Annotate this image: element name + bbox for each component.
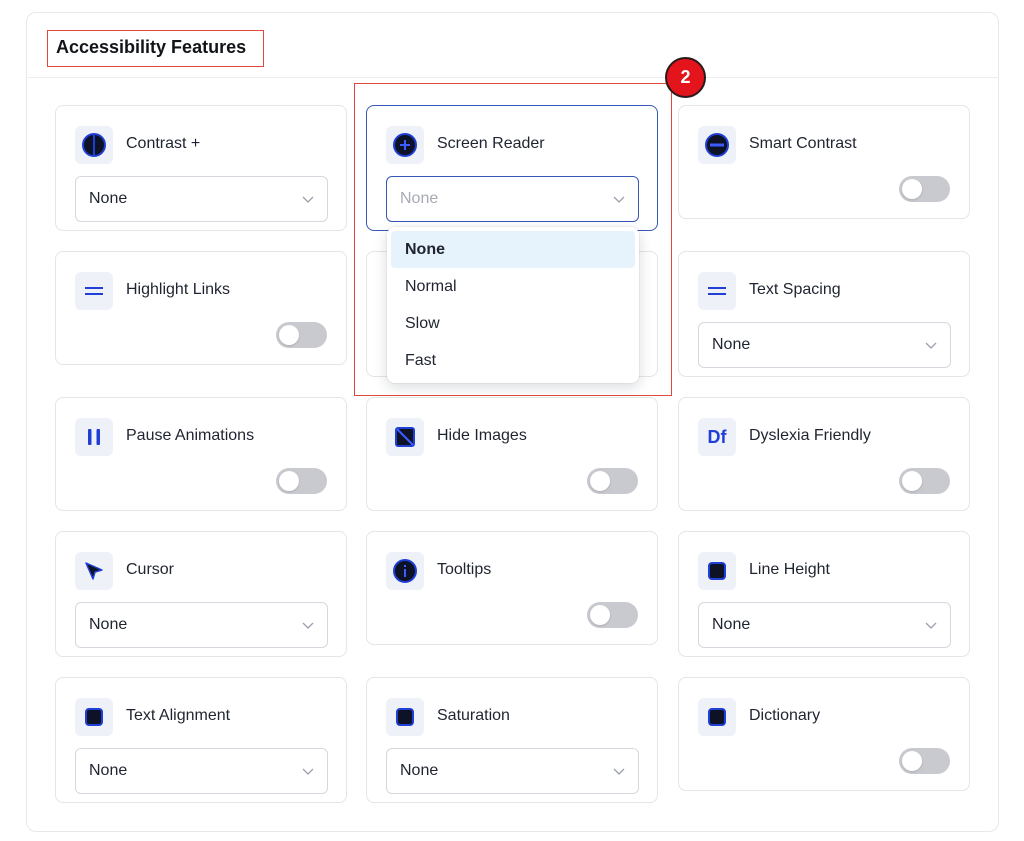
toggle-knob	[902, 471, 922, 491]
card-label: Contrast +	[126, 135, 201, 152]
dropdown-option-slow[interactable]: Slow	[391, 305, 635, 342]
pause-animations-toggle[interactable]	[276, 468, 327, 494]
chevron-down-icon	[302, 622, 314, 629]
card-label: Screen Reader	[437, 135, 545, 152]
chevron-down-icon	[925, 622, 937, 629]
df-icon: Df	[698, 418, 736, 456]
chevron-down-icon	[925, 342, 937, 349]
equals-icon	[698, 272, 736, 310]
square-icon	[698, 552, 736, 590]
card-label: Highlight Links	[126, 281, 231, 298]
smart-contrast-toggle[interactable]	[899, 176, 950, 202]
cursor-select[interactable]: None	[75, 602, 328, 648]
square-icon	[698, 698, 736, 736]
dropdown-option-fast[interactable]: Fast	[391, 342, 635, 379]
square-icon	[386, 698, 424, 736]
select-value: None	[89, 616, 128, 633]
section-title: Accessibility Features	[47, 30, 264, 67]
card-label: Pause Animations	[126, 427, 255, 444]
card-contrast: Contrast + None	[55, 105, 347, 231]
card-label: Saturation	[437, 707, 510, 724]
plus-circle-icon	[386, 126, 424, 164]
chevron-down-icon	[613, 196, 625, 203]
card-saturation: Saturation None	[366, 677, 658, 803]
select-value: None	[89, 762, 128, 779]
chevron-down-icon	[613, 768, 625, 775]
text-spacing-select[interactable]: None	[698, 322, 951, 368]
card-label: Smart Contrast	[749, 135, 857, 152]
card-label: Text Alignment	[126, 707, 231, 724]
card-pause-animations: Pause Animations	[55, 397, 347, 511]
card-label: Tooltips	[437, 561, 492, 578]
toggle-knob	[902, 179, 922, 199]
toggle-knob	[590, 605, 610, 625]
info-icon	[386, 552, 424, 590]
select-value: None	[712, 616, 751, 633]
card-label: Line Height	[749, 561, 830, 578]
card-screen-reader: Screen Reader None	[366, 105, 658, 231]
card-line-height: Line Height None	[678, 531, 970, 657]
chevron-down-icon	[302, 196, 314, 203]
card-dictionary: Dictionary	[678, 677, 970, 791]
tooltips-toggle[interactable]	[587, 602, 638, 628]
cursor-icon	[75, 552, 113, 590]
minus-circle-icon	[698, 126, 736, 164]
toggle-knob	[279, 471, 299, 491]
card-smart-contrast: Smart Contrast	[678, 105, 970, 219]
select-value: None	[89, 190, 128, 207]
dictionary-toggle[interactable]	[899, 748, 950, 774]
card-cursor: Cursor None	[55, 531, 347, 657]
text-alignment-select[interactable]: None	[75, 748, 328, 794]
card-label: Dictionary	[749, 707, 821, 724]
panel-header: Accessibility Features	[27, 13, 998, 78]
select-value: None	[712, 336, 751, 353]
card-text-alignment: Text Alignment None	[55, 677, 347, 803]
screen-reader-dropdown-menu: None Normal Slow Fast	[387, 227, 639, 383]
card-label: Cursor	[126, 561, 175, 578]
card-text-spacing: Text Spacing None	[678, 251, 970, 377]
screen-reader-select[interactable]: None	[386, 176, 639, 222]
select-value: None	[400, 762, 439, 779]
square-icon	[75, 698, 113, 736]
contrast-icon	[75, 126, 113, 164]
dropdown-option-none[interactable]: None	[391, 231, 635, 268]
card-hide-images: Hide Images	[366, 397, 658, 511]
card-label: Text Spacing	[749, 281, 841, 298]
image-off-icon	[386, 418, 424, 456]
dyslexia-friendly-toggle[interactable]	[899, 468, 950, 494]
toggle-knob	[902, 751, 922, 771]
card-tooltips: Tooltips	[366, 531, 658, 645]
contrast-select[interactable]: None	[75, 176, 328, 222]
equals-icon	[75, 272, 113, 310]
dropdown-option-normal[interactable]: Normal	[391, 268, 635, 305]
card-dyslexia-friendly: Df Dyslexia Friendly	[678, 397, 970, 511]
select-placeholder: None	[400, 190, 439, 207]
card-label: Hide Images	[437, 427, 527, 444]
toggle-knob	[279, 325, 299, 345]
hide-images-toggle[interactable]	[587, 468, 638, 494]
highlight-links-toggle[interactable]	[276, 322, 327, 348]
annotation-step-badge: 2	[665, 57, 706, 98]
pause-icon	[75, 418, 113, 456]
toggle-knob	[590, 471, 610, 491]
chevron-down-icon	[302, 768, 314, 775]
saturation-select[interactable]: None	[386, 748, 639, 794]
line-height-select[interactable]: None	[698, 602, 951, 648]
card-label: Dyslexia Friendly	[749, 427, 871, 444]
card-highlight-links: Highlight Links	[55, 251, 347, 365]
